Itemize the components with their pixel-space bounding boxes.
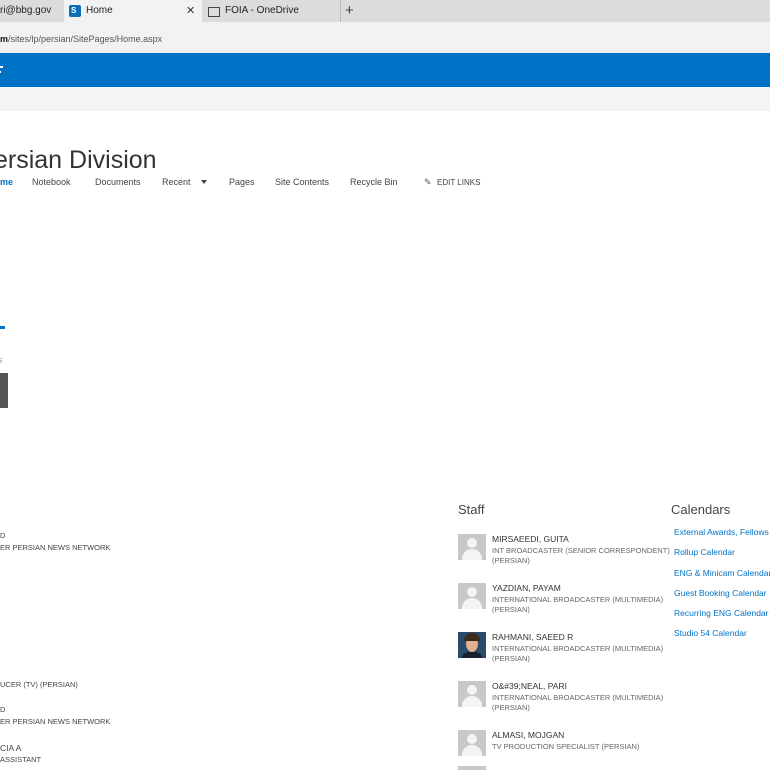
nav-pages[interactable]: Pages: [229, 177, 255, 187]
partial-link-mark: [0, 326, 5, 329]
pencil-icon: ✎: [424, 177, 432, 187]
edit-links-button[interactable]: EDIT LINKS: [437, 178, 480, 187]
left-text: UCER (TV) (PERSIAN): [0, 680, 78, 689]
nav-site-contents[interactable]: Site Contents: [275, 177, 329, 187]
nav-recycle-bin[interactable]: Recycle Bin: [350, 177, 398, 187]
avatar-placeholder-icon: [458, 534, 486, 560]
avatar-placeholder-icon: [458, 583, 486, 609]
calendar-link[interactable]: Recurring ENG Calendar: [674, 608, 768, 618]
app-launcher-icon-part: [0, 71, 1, 73]
nav-recent[interactable]: Recent: [162, 177, 191, 187]
nav-home[interactable]: me: [0, 177, 13, 187]
onedrive-icon: [208, 7, 220, 17]
person-title: INTERNATIONAL BROADCASTER (MULTIMEDIA) (P…: [492, 595, 664, 614]
tab-home[interactable]: S Home ✕: [64, 0, 202, 22]
tab-email-label: ri@bbg.gov: [0, 5, 52, 16]
avatar-placeholder-icon: [458, 766, 486, 770]
left-text: ER PERSIAN NEWS NETWORK: [0, 717, 111, 726]
left-text: ASSISTANT: [0, 755, 42, 764]
partial-icon: s: [0, 355, 3, 365]
person-title: INTERNATIONAL BROADCASTER (MULTIMEDIA) (P…: [492, 693, 664, 712]
tab-home-label: Home: [86, 5, 113, 16]
ribbon-bar: [0, 87, 770, 111]
person-name[interactable]: ALMASI, MOJGAN: [492, 730, 564, 740]
avatar-placeholder-icon: [458, 730, 486, 756]
staff-person[interactable]: RAHMANI, SAEED R INTERNATIONAL BROADCAST…: [458, 632, 768, 672]
left-text: ER PERSIAN NEWS NETWORK: [0, 543, 111, 552]
person-name[interactable]: YAZDIAN, PAYAM: [492, 583, 561, 593]
nav-notebook[interactable]: Notebook: [32, 177, 71, 187]
tab-email[interactable]: ri@bbg.gov: [0, 0, 64, 22]
person-name[interactable]: RAHMANI, SAEED R: [492, 632, 573, 642]
staff-person[interactable]: O&#39;NEAL, PARI INTERNATIONAL BROADCAST…: [458, 681, 768, 721]
sharepoint-icon: S: [69, 5, 81, 17]
close-tab-icon[interactable]: ✕: [186, 0, 195, 22]
address-url[interactable]: m/sites/lp/persian/SitePages/Home.aspx: [0, 34, 162, 44]
app-launcher-icon[interactable]: [0, 66, 3, 68]
person-title: INT BROADCASTER (SENIOR CORRESPONDENT) (P…: [492, 546, 670, 565]
staff-person[interactable]: ALMASI, MOJGAN TV PRODUCTION SPECIALIST …: [458, 730, 768, 770]
calendar-link[interactable]: Guest Booking Calendar: [674, 588, 767, 598]
person-title: TV PRODUCTION SPECIALIST (PERSIAN): [492, 742, 640, 751]
left-text: D: [0, 705, 6, 714]
avatar-photo: [458, 632, 486, 658]
nav-documents[interactable]: Documents: [95, 177, 141, 187]
person-name[interactable]: O&#39;NEAL, PARI: [492, 681, 567, 691]
suite-bar: [0, 53, 770, 87]
new-tab-button[interactable]: +: [345, 0, 359, 22]
recent-dropdown-icon[interactable]: [201, 180, 207, 184]
site-title[interactable]: ersian Division: [0, 146, 157, 175]
calendar-link[interactable]: Rollup Calendar: [674, 547, 735, 557]
calendars-heading: Calendars: [671, 502, 731, 517]
tab-onedrive[interactable]: FOIA - OneDrive: [202, 0, 341, 22]
left-text: CIA A: [0, 743, 22, 753]
person-name[interactable]: MIRSAEEDI, GUITA: [492, 534, 569, 544]
partial-image: [0, 373, 8, 408]
calendar-link[interactable]: External Awards, Fellows: [674, 527, 769, 537]
calendar-link[interactable]: ENG & Minicam Calendar: [674, 568, 770, 578]
person-title: INTERNATIONAL BROADCASTER (MULTIMEDIA) (P…: [492, 644, 664, 663]
tab-onedrive-label: FOIA - OneDrive: [225, 5, 299, 16]
left-text: D: [0, 531, 6, 540]
calendar-link[interactable]: Studio 54 Calendar: [674, 628, 747, 638]
staff-heading: Staff: [458, 502, 485, 517]
avatar-placeholder-icon: [458, 681, 486, 707]
